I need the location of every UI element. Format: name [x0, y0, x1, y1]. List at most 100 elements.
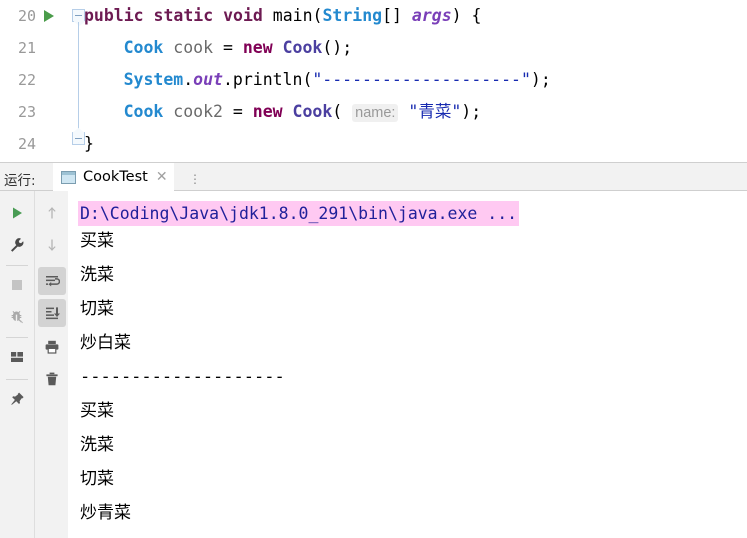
code-token: Cook [282, 38, 323, 57]
line-number: 20 [17, 7, 36, 25]
code-text: Cook cook = new Cook(); [124, 32, 353, 64]
code-line: 21 Cook cook = new Cook(); [0, 32, 747, 64]
code-token: [] [382, 6, 412, 25]
scroll-to-end-icon [44, 305, 60, 321]
console-output-line: 买菜 [80, 401, 114, 421]
code-token: String [322, 6, 383, 25]
code-token: ( [312, 6, 323, 25]
console-output-line: 切菜 [80, 299, 114, 319]
bug-icon [9, 309, 25, 325]
run-toolwindow-header: 运行: CookTest ✕ ⋮ [0, 162, 747, 193]
code-token: Cook [123, 38, 164, 57]
console-output-line: 炒青菜 [80, 503, 131, 523]
trash-icon [44, 371, 60, 387]
console-output-line: 买菜 [80, 231, 114, 251]
code-line: 22 System.out.println("------------------… [0, 64, 747, 96]
code-token: static [153, 6, 214, 25]
console-output-line: 切菜 [80, 469, 114, 489]
run-toolbar-left [0, 191, 34, 538]
play-icon [9, 205, 25, 221]
console-panel: D:\Coding\Java\jdk1.8.0_291\bin\java.exe… [0, 191, 747, 538]
code-token: ) { [451, 6, 482, 25]
code-text: System.out.println("--------------------… [124, 64, 551, 96]
rerun-button[interactable] [3, 199, 31, 227]
toolbar-separator [6, 379, 28, 380]
tab-label: CookTest [83, 169, 148, 185]
code-token: "青菜" [408, 102, 462, 121]
debug-button [3, 303, 31, 331]
code-token: ); [530, 70, 551, 89]
code-text: } [84, 128, 94, 160]
line-number: 22 [17, 71, 36, 89]
code-token: Cook [292, 102, 333, 121]
tab-cooktest[interactable]: CookTest ✕ [53, 163, 174, 193]
code-token: new [252, 102, 283, 121]
code-token: (); [322, 38, 353, 57]
soft-wrap-icon [44, 273, 60, 289]
code-text: Cook cook2 = new Cook( name: "青菜"); [123, 96, 482, 129]
down-button [38, 231, 66, 259]
run-toolbar-right [34, 191, 68, 538]
pin-button[interactable] [3, 385, 31, 413]
console-output-line: 炒白菜 [80, 333, 131, 353]
code-token: = [222, 102, 253, 121]
code-token: ); [461, 102, 482, 121]
code-line: 23 Cook cook2 = new Cook( name: "青菜"); [0, 96, 747, 128]
edit-configuration-button[interactable] [3, 231, 31, 259]
code-token: cook [173, 38, 214, 57]
toolbar-separator [6, 265, 28, 266]
arrow-up-icon [44, 205, 60, 221]
code-editor[interactable]: 20 public static void main(String[] args)… [0, 0, 747, 162]
tab-overflow-icon[interactable]: ⋮ [189, 172, 202, 186]
stop-button[interactable] [3, 271, 31, 299]
arrow-down-icon [44, 237, 60, 253]
clear-all-button[interactable] [38, 365, 66, 393]
console-output[interactable]: D:\Coding\Java\jdk1.8.0_291\bin\java.exe… [69, 191, 747, 538]
console-output-line: 洗菜 [80, 265, 114, 285]
code-token: public [84, 6, 144, 25]
code-line: 24} [0, 128, 747, 160]
stop-icon [9, 277, 25, 293]
console-icon [61, 170, 76, 184]
scroll-to-end-button[interactable] [38, 299, 66, 327]
toolbar-separator [6, 337, 28, 338]
code-token: ( [302, 70, 313, 89]
code-line: 20 public static void main(String[] args)… [0, 0, 747, 32]
code-token: new [242, 38, 273, 57]
layout-icon [9, 349, 25, 365]
code-token: } [84, 134, 94, 153]
console-output-line: -------------------- [80, 367, 285, 387]
code-token: out [193, 70, 223, 89]
close-icon[interactable]: ✕ [156, 170, 168, 184]
code-token: cook2 [173, 102, 223, 121]
layout-button[interactable] [3, 343, 31, 371]
console-output-line: 洗菜 [80, 435, 114, 455]
pin-icon [9, 391, 25, 407]
run-toolwindow-label: 运行: [4, 173, 36, 189]
line-number: 23 [17, 103, 36, 121]
up-button [38, 199, 66, 227]
wrench-icon [9, 237, 25, 253]
code-token: System [123, 70, 184, 89]
code-token: void [223, 6, 263, 25]
print-button[interactable] [38, 333, 66, 361]
code-token: Cook [123, 102, 164, 121]
code-token: main [272, 6, 313, 25]
printer-icon [44, 339, 60, 355]
line-number: 21 [17, 39, 36, 57]
code-token: . [183, 70, 194, 89]
code-token: ( [332, 102, 353, 121]
code-token: println [232, 70, 303, 89]
code-token: . [222, 70, 233, 89]
code-token: "--------------------" [312, 70, 531, 89]
console-command-line: D:\Coding\Java\jdk1.8.0_291\bin\java.exe… [78, 201, 520, 226]
soft-wrap-button[interactable] [38, 267, 66, 295]
